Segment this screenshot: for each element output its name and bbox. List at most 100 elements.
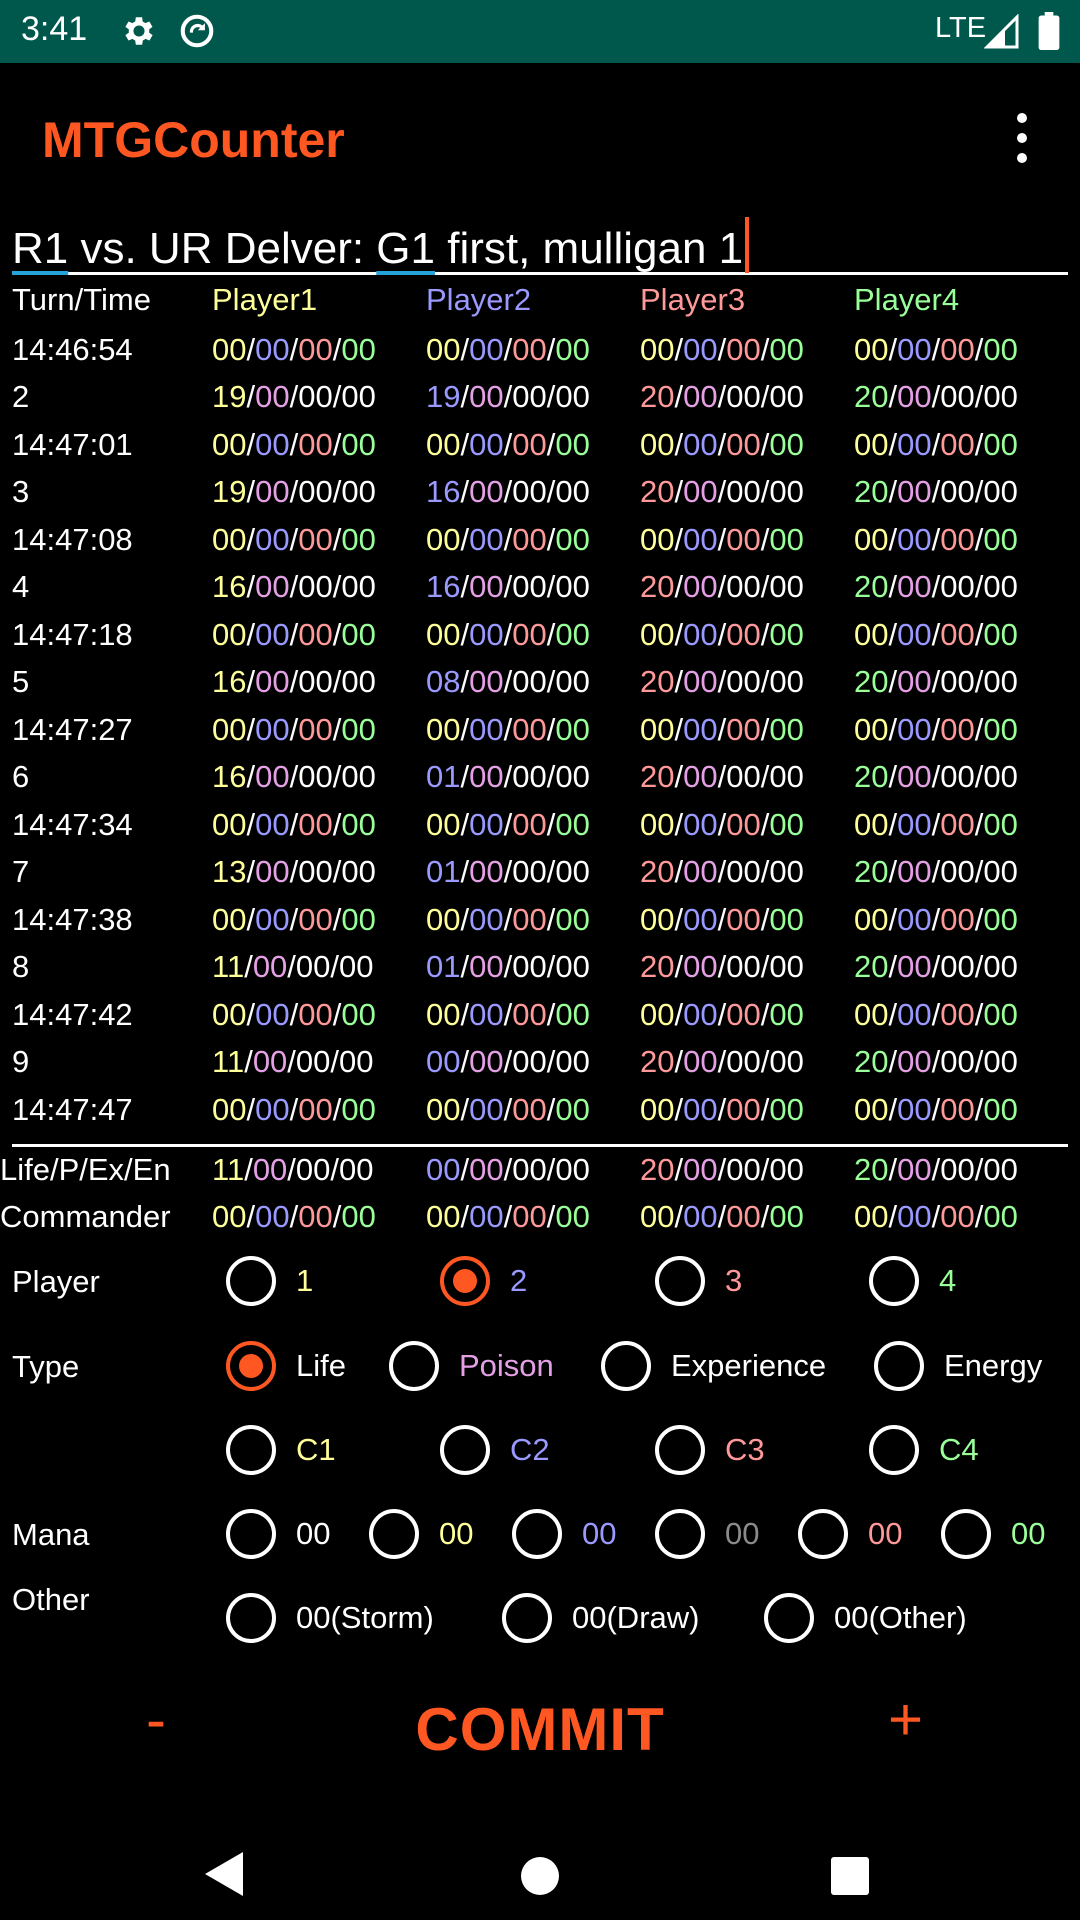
counter-value: 00: [512, 426, 547, 462]
mana-radio-red[interactable]: 00: [798, 1509, 902, 1559]
history-table[interactable]: Turn/Time Player1 Player2 Player3 Player…: [0, 280, 1080, 1147]
counter-value: 00: [726, 1152, 761, 1187]
counter-value: 00: [298, 616, 333, 652]
player1-counters: 00/00/00/00: [212, 331, 376, 367]
type-radio-poison[interactable]: Poison: [389, 1341, 554, 1391]
counter-value: 00: [212, 331, 247, 367]
radio-label: Poison: [459, 1348, 554, 1383]
type-radio-c4[interactable]: C4: [869, 1425, 979, 1475]
player-radio-2[interactable]: 2: [440, 1256, 527, 1306]
table-row: Commander 00/00/00/00 00/00/00/00 00/00/00/…: [0, 1195, 1080, 1242]
counter-value: 00: [295, 1152, 331, 1187]
player2-counters: 00/00/00/00: [426, 616, 590, 652]
counter-value: 00: [769, 1199, 804, 1234]
radio-circle[interactable]: [226, 1256, 276, 1306]
radio-circle[interactable]: [512, 1509, 562, 1559]
type-radio-c1[interactable]: C1: [226, 1425, 336, 1475]
radio-label: 00(Storm): [296, 1600, 434, 1635]
mana-radio-blue[interactable]: 00: [512, 1509, 616, 1559]
radio-circle[interactable]: [369, 1509, 419, 1559]
counter-value: 00: [983, 664, 1018, 699]
counter-value: 00: [255, 664, 290, 699]
counter-value: 00: [512, 949, 547, 984]
radio-circle[interactable]: [941, 1509, 991, 1559]
counter-value: 00: [512, 1199, 547, 1234]
player-radio-3[interactable]: 3: [655, 1256, 742, 1306]
radio-circle-selected[interactable]: [226, 1341, 276, 1391]
player1-counters: 11/00/00/00: [212, 1044, 374, 1079]
type-radio-life[interactable]: Life: [226, 1341, 346, 1391]
counter-value: 00: [512, 759, 547, 794]
counter-value: 20: [854, 474, 889, 509]
radio-circle[interactable]: [226, 1509, 276, 1559]
counter-value: 00: [897, 996, 932, 1032]
radio-circle[interactable]: [502, 1593, 552, 1643]
radio-circle[interactable]: [798, 1509, 848, 1559]
mana-radio-black[interactable]: 00: [655, 1509, 759, 1559]
plus-button[interactable]: +: [888, 1685, 923, 1754]
counter-value: 00: [426, 426, 461, 462]
radio-circle[interactable]: [869, 1256, 919, 1306]
table-row: 14:47:38 00/00/00/00 00/00/00/00 00/00/00/0…: [0, 896, 1080, 944]
counter-value: 00: [298, 759, 333, 794]
history-scroll[interactable]: 119/00/00/0020/00/00/0020/00/00/0020/00/…: [0, 320, 1080, 1140]
radio-circle[interactable]: [869, 1425, 919, 1475]
counter-value: 20: [854, 1044, 889, 1079]
game-note-text[interactable]: R1 vs. UR Delver: G1 first, mulligan 1: [12, 217, 750, 274]
type-label: Type: [12, 1349, 80, 1384]
more-vert-icon[interactable]: [1010, 113, 1034, 163]
mana-radio-yellow[interactable]: 00: [369, 1509, 473, 1559]
counter-value: 00: [339, 1152, 374, 1187]
mana-radio-white[interactable]: 00: [226, 1509, 330, 1559]
header-player1: Player1: [212, 282, 318, 317]
player-radio-1[interactable]: 1: [226, 1256, 313, 1306]
other-radio-draw[interactable]: 00(Draw): [502, 1593, 699, 1643]
other-radio-storm[interactable]: 00(Storm): [226, 1593, 434, 1643]
player1-counters: 16/00/00/00: [212, 664, 376, 699]
radio-circle[interactable]: [440, 1425, 490, 1475]
counter-value: 00: [897, 759, 932, 794]
radio-circle[interactable]: [764, 1593, 814, 1643]
home-icon[interactable]: [521, 1857, 559, 1895]
minus-button[interactable]: -: [146, 1685, 166, 1754]
counter-value: 00: [940, 901, 975, 937]
radio-circle[interactable]: [655, 1425, 705, 1475]
counter-value: 00: [940, 521, 975, 557]
radio-circle[interactable]: [874, 1341, 924, 1391]
counter-value: 00: [512, 711, 547, 747]
counter-value: 00: [298, 806, 333, 842]
radio-circle[interactable]: [655, 1509, 705, 1559]
counter-value: 00: [769, 521, 804, 557]
type-radio-energy[interactable]: Energy: [874, 1341, 1042, 1391]
radio-circle[interactable]: [601, 1341, 651, 1391]
game-note-input[interactable]: R1 vs. UR Delver: G1 first, mulligan 1: [12, 213, 1068, 275]
type-radio-experience[interactable]: Experience: [601, 1341, 826, 1391]
recents-icon[interactable]: [831, 1857, 869, 1895]
radio-circle[interactable]: [389, 1341, 439, 1391]
counter-value: 00: [683, 569, 718, 604]
counter-value: 00: [469, 664, 504, 699]
type-radio-c2[interactable]: C2: [440, 1425, 550, 1475]
counter-value: 11: [212, 949, 245, 984]
radio-label: C3: [725, 1432, 765, 1467]
counter-value: 00: [769, 664, 804, 699]
mana-radio-green[interactable]: 00: [941, 1509, 1045, 1559]
player4-counters: 20/00/00/00: [854, 1044, 1018, 1079]
radio-circle[interactable]: [226, 1593, 276, 1643]
row-label: 14:47:34: [12, 806, 133, 842]
radio-circle-selected[interactable]: [440, 1256, 490, 1306]
radio-label: 1: [296, 1263, 314, 1298]
back-icon[interactable]: [205, 1852, 243, 1896]
divider: [12, 1144, 1068, 1147]
player-radio-4[interactable]: 4: [869, 1256, 956, 1306]
player4-counters: 20/00/00/00: [854, 759, 1018, 794]
radio-circle[interactable]: [226, 1425, 276, 1475]
player2-counters: 00/00/00/00: [426, 1044, 590, 1079]
counter-value: 00: [255, 854, 290, 889]
type-radio-c3[interactable]: C3: [655, 1425, 765, 1475]
other-radio-other[interactable]: 00(Other): [764, 1593, 967, 1643]
counter-value: 00: [426, 901, 461, 937]
radio-circle[interactable]: [655, 1256, 705, 1306]
counter-value: 20: [640, 664, 675, 699]
counter-value: 00: [683, 1044, 718, 1079]
